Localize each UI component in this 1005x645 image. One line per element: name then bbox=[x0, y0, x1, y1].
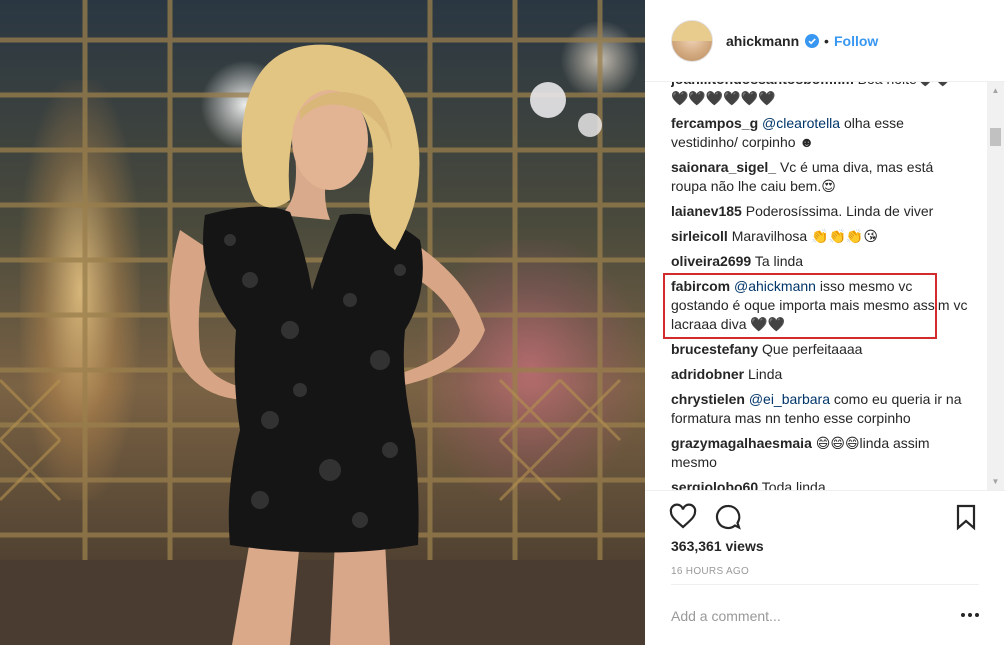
action-bar bbox=[645, 490, 1005, 542]
bookmark-icon[interactable] bbox=[952, 503, 980, 531]
header-separator: • bbox=[824, 33, 829, 49]
comment-username[interactable]: grazymagalhaesmaia bbox=[671, 435, 812, 451]
comment-mention[interactable]: @ei_barbara bbox=[749, 391, 830, 407]
comment-text: Ta linda bbox=[754, 253, 804, 269]
comment-username[interactable]: laianev185 bbox=[671, 203, 742, 219]
comment-mention[interactable]: @clearotella bbox=[762, 115, 840, 131]
post-photo[interactable] bbox=[0, 0, 645, 645]
comment-text: Linda bbox=[748, 366, 783, 382]
comment-username[interactable]: chrystielen bbox=[671, 391, 745, 407]
view-count: 363,361 views bbox=[671, 538, 764, 554]
comment-item: saionara_sigel_ Vc é uma diva, mas está … bbox=[671, 158, 971, 196]
comment-item: grazymagalhaesmaia 😄😄😄linda assim mesmo bbox=[671, 434, 971, 472]
comment-item: joanilitondossantosbomfim Boa noite🖤🖤 🖤🖤… bbox=[671, 82, 971, 108]
comment-username[interactable]: adridobner bbox=[671, 366, 744, 382]
username-link[interactable]: ahickmann bbox=[726, 33, 799, 49]
comment-item: sergiolobo60 Toda linda bbox=[671, 478, 971, 490]
verified-badge-icon bbox=[805, 34, 819, 48]
comment-username[interactable]: sergiolobo60 bbox=[671, 479, 758, 490]
comment-username[interactable]: oliveira2699 bbox=[671, 253, 751, 269]
comment-username[interactable]: joanilitondossantosbomfim bbox=[671, 82, 854, 87]
comment-text: Toda linda bbox=[761, 479, 826, 490]
comment-item: chrystielen @ei_barbara como eu queria i… bbox=[671, 390, 971, 428]
comment-text: Que perfeitaaaa bbox=[762, 341, 863, 357]
comment-text: Poderosíssima. Linda de viver bbox=[745, 203, 934, 219]
comment-bubble-icon[interactable] bbox=[714, 503, 742, 531]
highlight-box bbox=[663, 273, 937, 339]
comment-item: fercampos_g @clearotella olha esse vesti… bbox=[671, 114, 971, 152]
comment-input[interactable] bbox=[671, 603, 941, 629]
heart-icon[interactable] bbox=[669, 503, 697, 531]
scroll-up-arrow-icon[interactable]: ▲ bbox=[987, 82, 1004, 99]
follow-button[interactable]: Follow bbox=[834, 33, 878, 49]
comment-bar bbox=[671, 584, 979, 644]
comment-username[interactable]: sirleicoll bbox=[671, 228, 728, 244]
avatar[interactable] bbox=[671, 20, 713, 62]
comment-item: laianev185 Poderosíssima. Linda de viver bbox=[671, 202, 971, 221]
comment-item: sirleicoll Maravilhosa 👏👏👏😘 bbox=[671, 227, 971, 246]
post-time[interactable]: 16 HOURS AGO bbox=[671, 566, 749, 577]
more-dots-icon[interactable] bbox=[959, 605, 981, 625]
comment-username[interactable]: brucestefany bbox=[671, 341, 758, 357]
comment-item: brucestefany Que perfeitaaaa bbox=[671, 340, 971, 359]
comments-scrollbar[interactable]: ▲ ▼ bbox=[987, 82, 1004, 490]
comment-item: adridobner Linda bbox=[671, 365, 971, 384]
comment-username[interactable]: fercampos_g bbox=[671, 115, 758, 131]
comment-text: Maravilhosa 👏👏👏😘 bbox=[731, 228, 878, 244]
comment-item: oliveira2699 Ta linda bbox=[671, 252, 971, 271]
comment-username[interactable]: saionara_sigel_ bbox=[671, 159, 776, 175]
photo-scene bbox=[0, 0, 645, 645]
scroll-thumb[interactable] bbox=[990, 128, 1001, 146]
post-header: ahickmann • Follow bbox=[645, 0, 1005, 82]
scroll-down-arrow-icon[interactable]: ▼ bbox=[987, 473, 1004, 490]
